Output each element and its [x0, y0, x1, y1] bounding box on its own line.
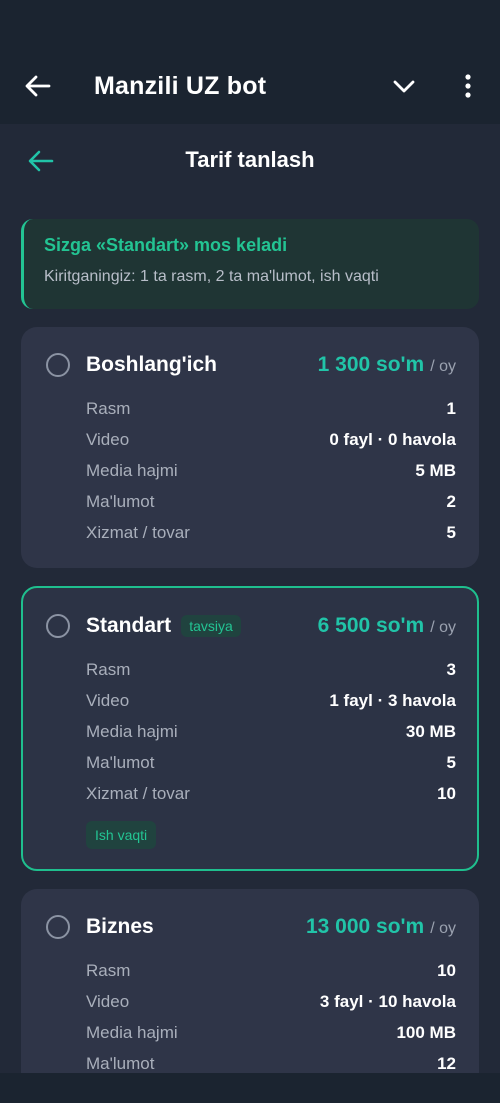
- feature-row: Rasm 3: [86, 654, 456, 685]
- feature-label: Ma'lumot: [86, 1053, 155, 1073]
- webapp-content: Tarif tanlash Sizga «Standart» mos kelad…: [0, 124, 500, 1073]
- chat-title: Manzili UZ bot: [94, 71, 267, 100]
- plan-card-standart[interactable]: Standart tavsiya 6 500 so'm / oy Rasm 3 V…: [21, 586, 479, 871]
- feature-label: Xizmat / tovar: [86, 783, 190, 803]
- plan-period: / oy: [430, 358, 456, 375]
- page-header: Tarif tanlash: [0, 124, 500, 196]
- feature-value: 0 fayl · 0 havola: [329, 429, 456, 449]
- plan-price: 13 000 so'm: [305, 915, 425, 938]
- feature-label: Media hajmi: [86, 1022, 178, 1042]
- feature-value: 3 fayl · 10 havola: [319, 991, 456, 1011]
- plan-card-biznes[interactable]: Biznes 13 000 so'm / oy Rasm 10 Video 3 fa…: [21, 889, 479, 1073]
- page-back-button[interactable]: [24, 144, 58, 178]
- feature-value: 30 MB: [405, 721, 456, 741]
- header-back-button[interactable]: [20, 68, 56, 104]
- plan-price-group: 13 000 so'm / oy: [306, 915, 456, 939]
- feature-label: Media hajmi: [86, 460, 178, 480]
- chevron-down-icon: [393, 80, 415, 93]
- plan-header: Boshlang'ich 1 300 so'm / oy: [46, 349, 456, 381]
- feature-chip: Ish vaqti: [86, 821, 157, 849]
- feature-row: Video 0 fayl · 0 havola: [86, 424, 456, 455]
- feature-row: Xizmat / tovar 10: [86, 778, 456, 809]
- plan-price: 6 500 so'm: [317, 614, 425, 637]
- feature-value: 10: [437, 960, 456, 980]
- feature-row: Rasm 10: [86, 955, 456, 986]
- suggestion-banner: Sizga «Standart» mos keladi Kiritganingi…: [21, 219, 479, 309]
- more-menu-button[interactable]: [456, 68, 480, 104]
- page-title: Tarif tanlash: [185, 147, 315, 172]
- feature-label: Rasm: [86, 960, 131, 980]
- feature-label: Ma'lumot: [86, 491, 155, 511]
- feature-value: 5: [446, 752, 456, 772]
- feature-label: Ma'lumot: [86, 752, 155, 772]
- feature-value: 100 MB: [396, 1022, 456, 1042]
- plan-name: Boshlang'ich: [86, 353, 218, 376]
- app-header: Manzili UZ bot: [0, 48, 500, 124]
- feature-label: Video: [86, 991, 130, 1011]
- feature-value: 2: [446, 491, 456, 511]
- feature-row: Media hajmi 100 MB: [86, 1017, 456, 1048]
- feature-value: 12: [437, 1053, 456, 1073]
- feature-value: 1 fayl · 3 havola: [329, 690, 456, 710]
- feature-label: Video: [86, 690, 130, 710]
- more-vertical-icon: [465, 74, 471, 98]
- bottom-bar: [0, 1073, 500, 1103]
- plan-radio[interactable]: [46, 915, 70, 939]
- status-bar: [0, 0, 500, 48]
- feature-row: Rasm 1: [86, 393, 456, 424]
- feature-label: Video: [86, 429, 130, 449]
- feature-row: Media hajmi 30 MB: [86, 716, 456, 747]
- feature-row: Xizmat / tovar 5: [86, 517, 456, 548]
- arrow-left-icon: [28, 150, 54, 172]
- suggestion-subtitle: Kiritganingiz: 1 ta rasm, 2 ta ma'lumot,…: [44, 268, 379, 285]
- recommended-badge: tavsiya: [181, 615, 241, 637]
- plan-price-group: 1 300 so'm / oy: [318, 353, 456, 377]
- expand-button[interactable]: [388, 70, 420, 102]
- feature-label: Rasm: [86, 398, 131, 418]
- plan-features: Rasm 10 Video 3 fayl · 10 havola Media haj…: [46, 955, 456, 1073]
- plan-header: Standart tavsiya 6 500 so'm / oy: [46, 610, 456, 642]
- feature-row: Media hajmi 5 MB: [86, 455, 456, 486]
- plan-period: / oy: [430, 619, 456, 636]
- feature-row: Video 3 fayl · 10 havola: [86, 986, 456, 1017]
- feature-row: Video 1 fayl · 3 havola: [86, 685, 456, 716]
- plan-card-boshlangich[interactable]: Boshlang'ich 1 300 so'm / oy Rasm 1 Video…: [21, 327, 479, 568]
- plan-features: Rasm 3 Video 1 fayl · 3 havola Media hajmi…: [46, 654, 456, 809]
- plan-name: Standart: [86, 614, 172, 637]
- plan-features: Rasm 1 Video 0 fayl · 0 havola Media hajmi…: [46, 393, 456, 548]
- feature-value: 5 MB: [415, 460, 456, 480]
- feature-value: 10: [437, 783, 456, 803]
- feature-label: Rasm: [86, 659, 131, 679]
- feature-value: 5: [446, 522, 456, 542]
- feature-label: Media hajmi: [86, 721, 178, 741]
- plan-period: / oy: [430, 920, 456, 937]
- plan-header: Biznes 13 000 so'm / oy: [46, 911, 456, 943]
- feature-row: Ma'lumot 12: [86, 1048, 456, 1073]
- plan-name: Biznes: [86, 915, 154, 938]
- feature-row: Ma'lumot 5: [86, 747, 456, 778]
- feature-label: Xizmat / tovar: [86, 522, 190, 542]
- plan-price: 1 300 so'm: [317, 353, 425, 376]
- plan-radio[interactable]: [46, 353, 70, 377]
- plan-radio[interactable]: [46, 614, 70, 638]
- feature-value: 3: [446, 659, 456, 679]
- feature-value: 1: [446, 398, 456, 418]
- plan-price-group: 6 500 so'm / oy: [318, 614, 456, 638]
- feature-row: Ma'lumot 2: [86, 486, 456, 517]
- suggestion-title: Sizga «Standart» mos keladi: [44, 235, 288, 255]
- arrow-left-icon: [25, 75, 51, 97]
